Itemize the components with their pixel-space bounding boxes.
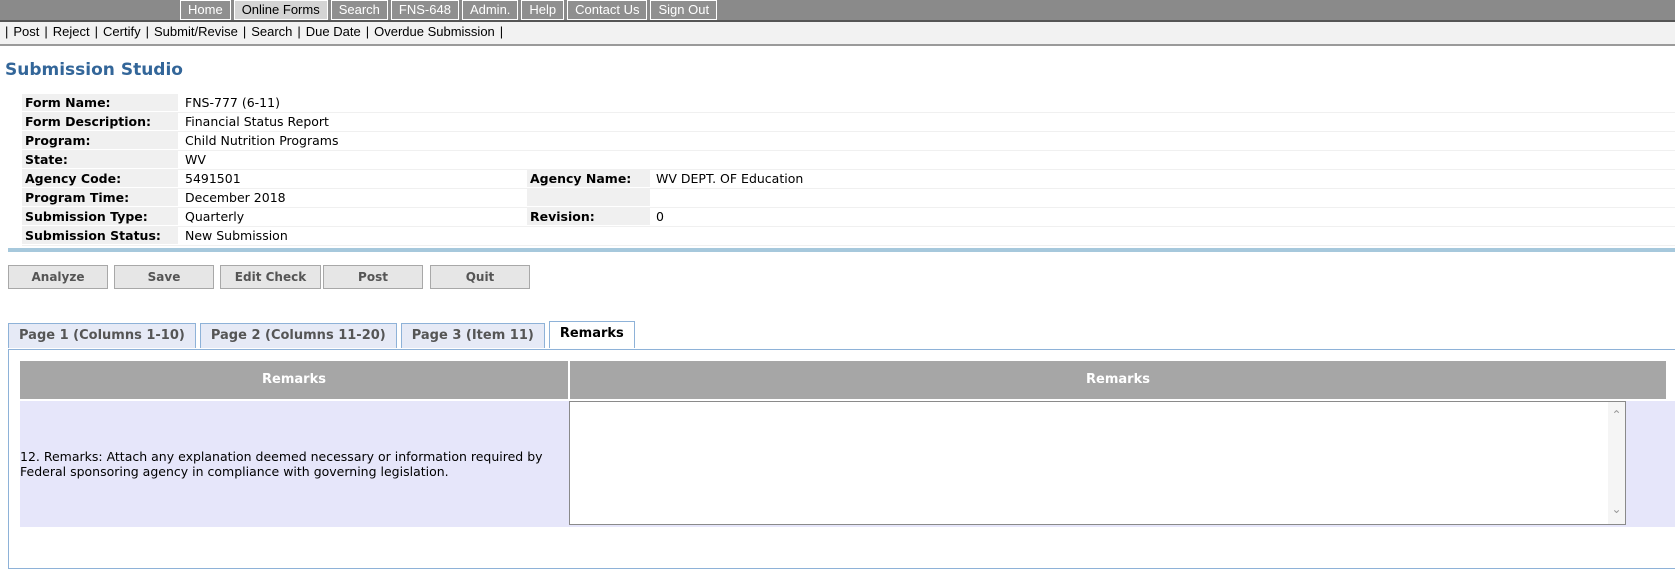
subnav-reject[interactable]: Reject [53, 24, 90, 39]
sub-nav: | Post | Reject | Certify | Submit/Revise | Searc… [0, 22, 1675, 46]
info-row: Form Description: Financial Status Repor… [22, 113, 1675, 132]
nav-help[interactable]: Help [521, 0, 565, 20]
subnav-separator: | [145, 24, 149, 39]
submission-type-value: Quarterly [185, 209, 245, 224]
chevron-up-icon[interactable]: ⌃ [1610, 408, 1623, 422]
divider-bar [8, 248, 1675, 252]
subnav-separator: | [44, 24, 48, 39]
info-row: Program: Child Nutrition Programs [22, 132, 1675, 151]
tab-page-3[interactable]: Page 3 (Item 11) [400, 323, 545, 348]
program-label: Program: [22, 132, 178, 149]
form-name-value: FNS-777 (6-11) [185, 95, 280, 110]
top-nav: Home Online Forms Search FNS-648 Admin. … [180, 0, 721, 20]
subnav-separator: | [499, 24, 504, 39]
chevron-down-icon[interactable]: ⌄ [1610, 502, 1623, 516]
submission-status-label: Submission Status: [22, 227, 178, 244]
state-value: WV [185, 152, 206, 167]
remarks-col1-header: Remarks [20, 361, 570, 399]
analyze-button[interactable]: Analyze [8, 265, 108, 289]
nav-contact-us[interactable]: Contact Us [567, 0, 648, 20]
subnav-separator: | [297, 24, 301, 39]
submission-info: Form Name: FNS-777 (6-11) Form Descripti… [22, 94, 1675, 246]
submission-type-label: Submission Type: [22, 208, 178, 225]
save-button[interactable]: Save [114, 265, 214, 289]
nav-fns-648[interactable]: FNS-648 [390, 0, 459, 20]
agency-name-value: WV DEPT. OF Education [656, 171, 804, 186]
subnav-submit-revise[interactable]: Submit/Revise [154, 24, 238, 39]
remarks-item-label: 12. Remarks: Attach any explanation deem… [20, 401, 568, 527]
program-time-value: December 2018 [185, 190, 286, 205]
subnav-post[interactable]: Post [13, 24, 39, 39]
subnav-certify[interactable]: Certify [103, 24, 141, 39]
form-name-label: Form Name: [22, 94, 178, 111]
state-label: State: [22, 151, 178, 168]
subnav-separator: | [5, 24, 9, 39]
subnav-due-date[interactable]: Due Date [306, 24, 361, 39]
nav-admin[interactable]: Admin. [461, 0, 519, 20]
page-title: Submission Studio [5, 60, 183, 80]
subnav-search[interactable]: Search [251, 24, 292, 39]
subnav-overdue-submission[interactable]: Overdue Submission [374, 24, 495, 39]
info-row: Submission Type: Quarterly Revision: 0 [22, 208, 1675, 227]
agency-code-label: Agency Code: [22, 170, 178, 187]
program-time-label: Program Time: [22, 189, 178, 206]
edit-check-button[interactable]: Edit Check [220, 265, 321, 289]
textarea-scrollbar[interactable]: ⌃ ⌄ [1608, 402, 1625, 524]
remarks-item-text: 12. Remarks: Attach any explanation deem… [20, 449, 543, 479]
agency-code-value: 5491501 [185, 171, 241, 186]
page-tabs: Page 1 (Columns 1-10) Page 2 (Columns 11… [8, 321, 639, 349]
nav-sign-out[interactable]: Sign Out [650, 0, 718, 20]
nav-home[interactable]: Home [180, 0, 231, 20]
remarks-col2-header: Remarks [570, 361, 1668, 399]
form-description-label: Form Description: [22, 113, 178, 130]
info-row: State: WV [22, 151, 1675, 170]
empty-label-cell [527, 189, 650, 206]
subnav-separator: | [94, 24, 99, 39]
program-value: Child Nutrition Programs [185, 133, 339, 148]
revision-value: 0 [656, 209, 664, 224]
revision-label: Revision: [527, 208, 650, 225]
tab-remarks[interactable]: Remarks [548, 321, 635, 348]
nav-online-forms[interactable]: Online Forms [233, 0, 328, 20]
info-row: Submission Status: New Submission [22, 227, 1675, 246]
info-row: Form Name: FNS-777 (6-11) [22, 94, 1675, 113]
quit-button[interactable]: Quit [430, 265, 530, 289]
form-description-value: Financial Status Report [185, 114, 329, 129]
post-button[interactable]: Post [323, 265, 423, 289]
action-buttons: Analyze Save Edit Check Post Quit [8, 265, 536, 289]
tab-page-2[interactable]: Page 2 (Columns 11-20) [199, 323, 397, 348]
nav-search[interactable]: Search [330, 0, 388, 20]
subnav-separator: | [365, 24, 370, 39]
submission-status-value: New Submission [185, 228, 288, 243]
tab-page-1[interactable]: Page 1 (Columns 1-10) [8, 323, 196, 348]
agency-name-label: Agency Name: [527, 170, 650, 187]
subnav-separator: | [242, 24, 247, 39]
info-row: Agency Code: 5491501 Agency Name: WV DEP… [22, 170, 1675, 189]
info-row: Program Time: December 2018 [22, 189, 1675, 208]
remarks-textarea[interactable]: ⌃ ⌄ [569, 401, 1626, 525]
